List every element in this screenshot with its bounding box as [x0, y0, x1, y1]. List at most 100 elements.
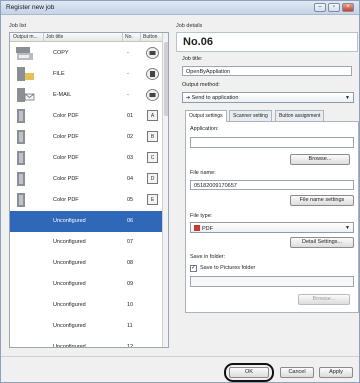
column-button[interactable]: Button: [143, 34, 157, 40]
scanner-folder-icon: [15, 66, 35, 83]
file-name-settings-button[interactable]: File name settings: [290, 195, 354, 206]
application-label: Application:: [190, 126, 219, 132]
minimize-icon[interactable]: –: [314, 3, 326, 12]
job-title-cell: Unconfigured: [53, 344, 86, 348]
job-row[interactable]: Unconfigured 06: [10, 211, 162, 232]
job-row[interactable]: FILE -: [10, 64, 162, 85]
job-number-cell: 11: [127, 323, 133, 329]
column-output-method[interactable]: Output m...: [13, 34, 38, 40]
job-title-cell: Color PDF: [53, 155, 79, 161]
job-row[interactable]: Color PDF 05 E: [10, 190, 162, 211]
job-number-cell: 07: [127, 239, 134, 245]
file-type-value: PDF: [202, 226, 213, 232]
job-number: No.06: [183, 36, 213, 48]
apply-button[interactable]: Apply: [319, 367, 353, 378]
scanner-pdf-icon: [15, 108, 35, 125]
job-title-field[interactable]: OpenByAppliation: [182, 66, 352, 76]
job-details-panel: No.06 Job title: OpenByAppliation Output…: [176, 32, 359, 348]
job-title-cell: Unconfigured: [53, 218, 86, 224]
scanner-printer-icon: [15, 45, 35, 62]
ok-highlight-ring: [224, 363, 274, 382]
output-method-value: Send to application: [191, 95, 239, 101]
register-new-job-window: Register new job – ▫ × Job list Job deta…: [0, 0, 360, 383]
email-circle-icon[interactable]: [146, 89, 159, 101]
file-type-dropdown[interactable]: PDF ▼: [190, 222, 354, 233]
job-row[interactable]: Color PDF 03 C: [10, 148, 162, 169]
tab-scanner-setting[interactable]: Scanner setting: [229, 110, 272, 121]
tab-button-assignment[interactable]: Button assignment: [275, 110, 325, 121]
column-number[interactable]: No.: [125, 34, 133, 40]
tab-output-settings[interactable]: Output settings: [185, 110, 227, 122]
job-title-cell: Unconfigured: [53, 323, 86, 329]
job-title-cell: E-MAIL: [53, 92, 72, 98]
save-to-pictures-label: Save to Pictures folder: [200, 265, 256, 271]
output-method-label: Output method:: [182, 82, 220, 88]
job-row[interactable]: Unconfigured 09: [10, 274, 162, 295]
job-title-cell: Color PDF: [53, 176, 79, 182]
cancel-button[interactable]: Cancel: [280, 367, 314, 378]
job-title-cell: Color PDF: [53, 134, 79, 140]
job-row[interactable]: Unconfigured 11: [10, 316, 162, 337]
detail-settings-button[interactable]: Detail Settings...: [290, 237, 354, 248]
save-folder-field[interactable]: [190, 276, 354, 287]
pdf-icon: [194, 225, 200, 231]
scanner-pdf-icon: [15, 129, 35, 146]
output-method-dropdown[interactable]: ➔ Send to application ▼: [182, 92, 354, 103]
scanner-pdf-icon: [15, 192, 35, 209]
file-circle-icon[interactable]: [146, 68, 159, 80]
maximize-icon[interactable]: ▫: [328, 3, 340, 12]
scanner-mail-icon: [15, 87, 35, 104]
job-list-scrollbar[interactable]: [162, 33, 168, 347]
job-title-cell: Unconfigured: [53, 260, 86, 266]
column-job-title[interactable]: Job title: [46, 34, 63, 40]
scanner-button-badge[interactable]: C: [147, 152, 158, 163]
job-number-cell: -: [127, 71, 129, 77]
job-row[interactable]: Color PDF 01 A: [10, 106, 162, 127]
job-number-cell: 08: [127, 260, 134, 266]
close-icon[interactable]: ×: [342, 3, 354, 12]
browse-folder-button[interactable]: Browse...: [298, 294, 350, 305]
file-name-field[interactable]: 05182009170657: [190, 180, 354, 190]
job-row[interactable]: COPY -: [10, 43, 162, 64]
job-number-cell: 09: [127, 281, 134, 287]
job-row[interactable]: E-MAIL -: [10, 85, 162, 106]
scrollbar-thumb[interactable]: [164, 42, 168, 116]
scanner-button-badge[interactable]: D: [147, 173, 158, 184]
job-list-label: Job list: [9, 23, 27, 29]
job-title-cell: Unconfigured: [53, 239, 86, 245]
save-in-folder-label: Save in folder:: [190, 254, 226, 260]
job-number-cell: 03: [127, 155, 134, 161]
job-number-cell: 05: [127, 197, 134, 203]
job-row[interactable]: Unconfigured 08: [10, 253, 162, 274]
job-row[interactable]: Color PDF 04 D: [10, 169, 162, 190]
scanner-button-badge[interactable]: E: [147, 194, 158, 205]
job-number-header: No.06: [176, 32, 358, 52]
job-row[interactable]: Unconfigured 07: [10, 232, 162, 253]
job-title-label: Job title:: [182, 56, 203, 62]
job-number-cell: -: [127, 92, 129, 98]
job-number-cell: 01: [127, 113, 134, 119]
job-number-cell: 04: [127, 176, 134, 182]
save-to-pictures-checkbox[interactable]: ✓: [190, 265, 197, 272]
application-field[interactable]: [190, 137, 354, 148]
job-details-label: Job details: [176, 23, 203, 29]
job-number-cell: 02: [127, 134, 134, 140]
job-row[interactable]: Unconfigured 12: [10, 337, 162, 348]
job-title-cell: FILE: [53, 71, 65, 77]
job-title-cell: Unconfigured: [53, 281, 86, 287]
job-title-cell: COPY: [53, 50, 69, 56]
job-title-cell: Color PDF: [53, 197, 79, 203]
scanner-pdf-icon: [15, 171, 35, 188]
scanner-button-badge[interactable]: A: [147, 110, 158, 121]
job-number-cell: 06: [127, 218, 134, 224]
scanner-pdf-icon: [15, 150, 35, 167]
browse-application-button[interactable]: Browse...: [290, 154, 350, 165]
copy-circle-icon[interactable]: [146, 47, 159, 59]
job-row[interactable]: Color PDF 02 B: [10, 127, 162, 148]
job-number-cell: 12: [127, 344, 134, 348]
job-row[interactable]: Unconfigured 10: [10, 295, 162, 316]
file-type-label: File type:: [190, 213, 213, 219]
scanner-button-badge[interactable]: B: [147, 131, 158, 142]
job-list-header: Output m... Job title No. Button: [10, 33, 162, 42]
job-list-table[interactable]: Output m... Job title No. Button COPY - FI…: [9, 32, 169, 348]
